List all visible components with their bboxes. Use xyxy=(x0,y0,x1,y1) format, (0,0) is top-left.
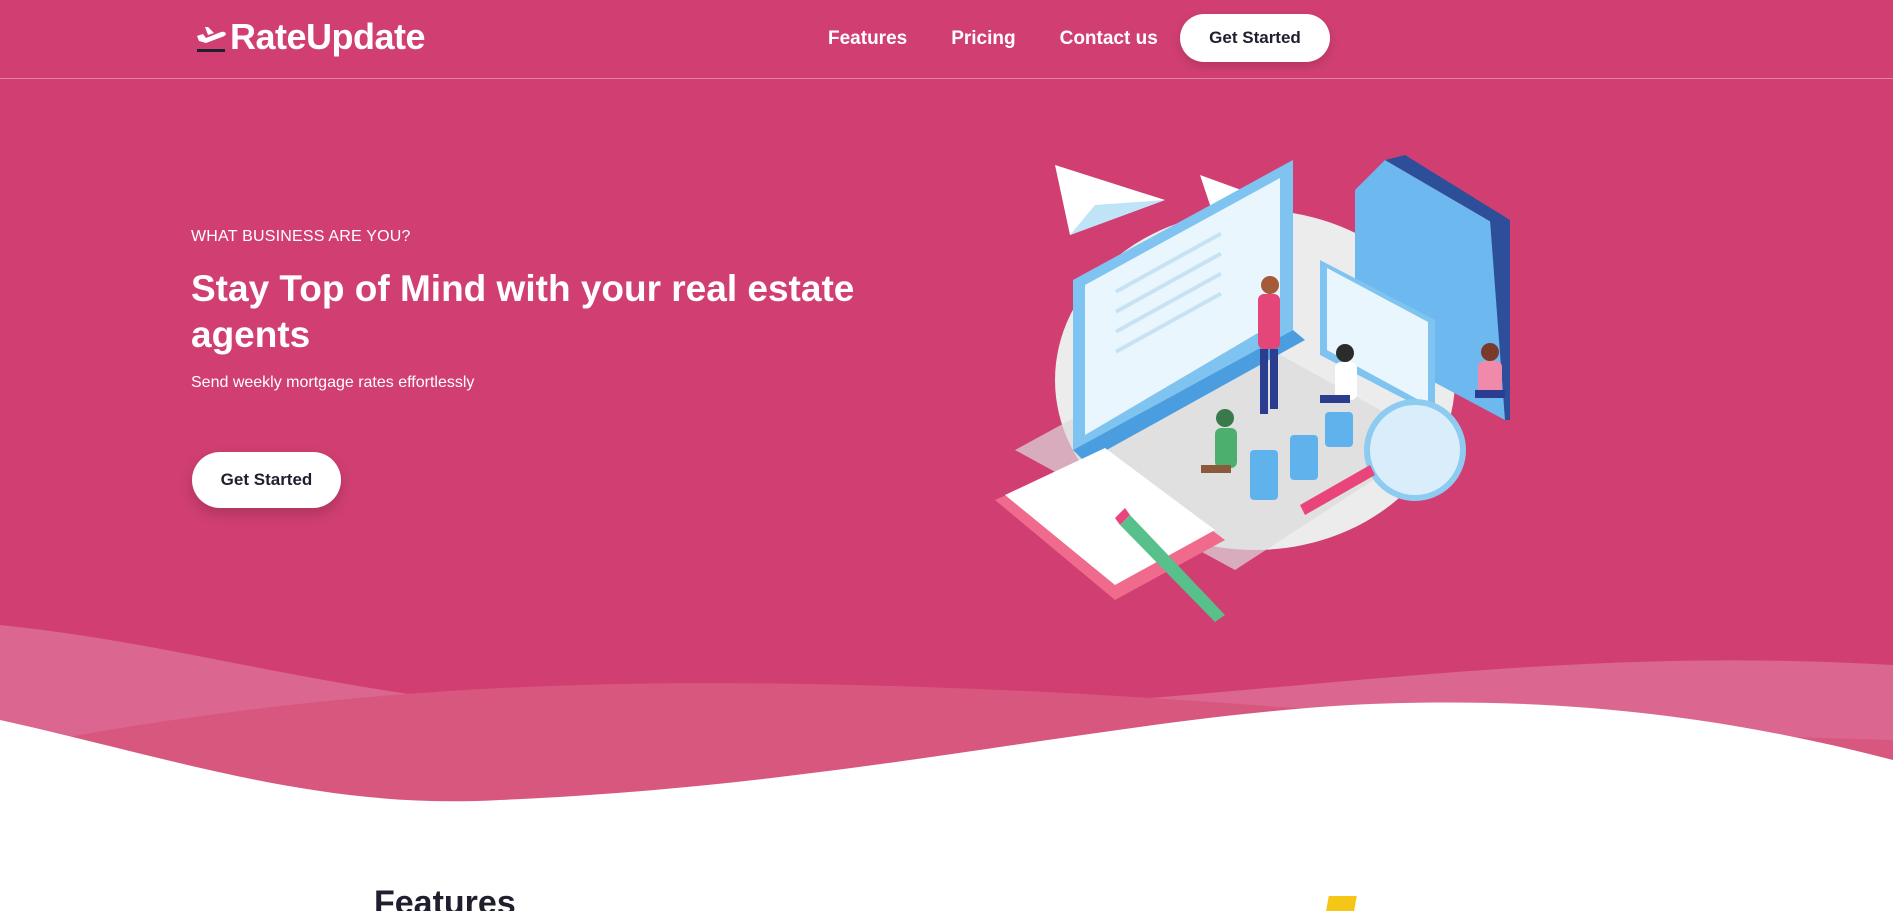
chart-cylinder xyxy=(1290,435,1318,480)
nav-item-pricing[interactable]: Pricing xyxy=(951,28,1015,50)
paper-plane-icon xyxy=(1055,165,1165,235)
chart-cylinder xyxy=(1325,412,1353,447)
brand-name: RateUpdate xyxy=(230,16,426,57)
magnifier xyxy=(1364,399,1466,501)
hero-waves xyxy=(0,625,1893,810)
main-nav: Features Pricing Contact us xyxy=(828,28,1202,50)
hero-section: RateUpdate Features Pricing Contact us G… xyxy=(0,0,1893,810)
features-title: Features xyxy=(374,884,516,911)
decorative-shape xyxy=(1325,896,1357,911)
nav-item-features[interactable]: Features xyxy=(828,28,907,50)
hero-illustration xyxy=(995,155,1510,622)
nav-item-contact[interactable]: Contact us xyxy=(1060,28,1158,50)
hero-subtext: Send weekly mortgage rates effortlessly xyxy=(191,374,475,391)
hero-get-started-button[interactable]: Get Started xyxy=(192,452,341,508)
top-navbar: RateUpdate Features Pricing Contact us G… xyxy=(0,0,1893,79)
nav-get-started-button[interactable]: Get Started xyxy=(1180,14,1330,62)
hero-eyebrow: WHAT BUSINESS ARE YOU? xyxy=(191,228,411,245)
plane-departure-icon xyxy=(197,27,226,52)
chart-cylinder xyxy=(1250,450,1278,500)
brand-logo[interactable]: RateUpdate xyxy=(194,16,426,58)
hero-headline: Stay Top of Mind with your real estate a… xyxy=(191,268,855,355)
